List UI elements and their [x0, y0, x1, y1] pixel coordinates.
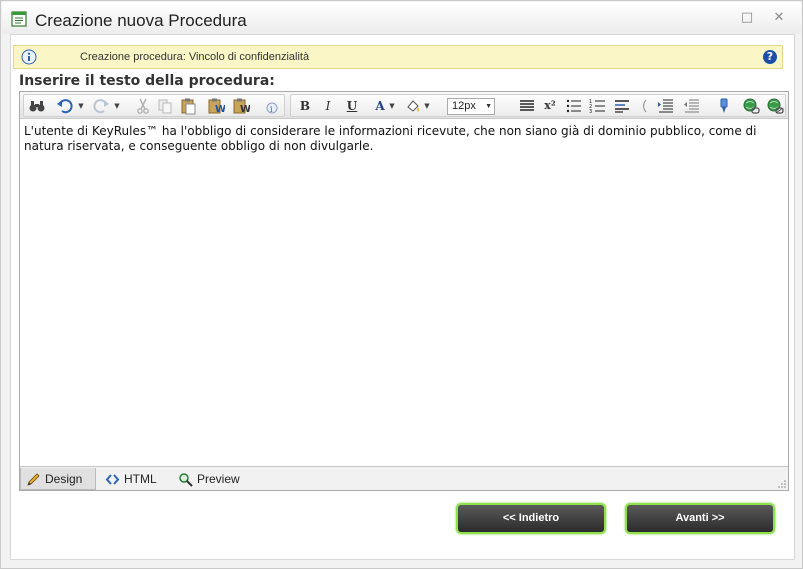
editor-toolbar: ▼ ▼ W W i B I U A ▼ ▼ 12px ▼ x² 1 2 3 — [20, 92, 788, 119]
tab-design[interactable]: Design — [20, 468, 96, 490]
info-icon — [21, 49, 37, 65]
redo-dropdown-icon[interactable]: ▼ — [113, 97, 121, 115]
font-color-icon[interactable]: A — [371, 97, 389, 115]
form-icon — [11, 11, 27, 27]
editor-content[interactable]: L'utente di KeyRules™ ha l'obbligo di co… — [21, 122, 787, 465]
font-size-select[interactable]: 12px ▼ — [447, 98, 495, 115]
toolbar-group-edit: ▼ ▼ W W i — [23, 94, 285, 117]
find-icon[interactable] — [28, 97, 46, 115]
remove-link-icon[interactable] — [766, 97, 784, 115]
indent-icon[interactable] — [657, 97, 675, 115]
title-bar[interactable]: Creazione nuova Procedura □ ✕ — [2, 2, 801, 34]
svg-text:W: W — [215, 104, 225, 115]
bold-icon[interactable]: B — [296, 97, 314, 115]
code-icon — [105, 474, 120, 485]
tab-preview[interactable]: Preview — [173, 468, 251, 490]
svg-text:W: W — [240, 104, 250, 115]
numbered-list-icon[interactable]: 1 2 3 — [589, 97, 607, 115]
svg-text:3: 3 — [589, 109, 592, 115]
resize-grip-icon[interactable] — [776, 478, 786, 488]
underline-icon[interactable]: U — [343, 97, 361, 115]
font-color-dropdown-icon[interactable]: ▼ — [388, 97, 396, 115]
magnifier-icon — [179, 473, 193, 487]
window-title: Creazione nuova Procedura — [35, 11, 247, 30]
font-size-dropdown-icon: ▼ — [485, 103, 492, 110]
info-bar: Creazione procedura: Vincolo di confiden… — [13, 45, 783, 69]
highlight-icon[interactable] — [404, 97, 422, 115]
spellcheck-icon[interactable]: i — [262, 97, 280, 115]
align-left-icon[interactable] — [613, 97, 631, 115]
highlight-dropdown-icon[interactable]: ▼ — [423, 97, 431, 115]
copy-icon[interactable] — [156, 97, 174, 115]
help-icon[interactable]: ? — [763, 50, 777, 64]
paste-icon[interactable] — [179, 97, 197, 115]
bullet-list-icon[interactable] — [565, 97, 583, 115]
tab-preview-label: Preview — [197, 472, 240, 486]
info-text: Creazione procedura: Vincolo di confiden… — [80, 51, 310, 63]
maximize-icon[interactable]: □ — [740, 11, 754, 25]
next-button[interactable]: Avanti >> — [625, 503, 775, 534]
tab-design-label: Design — [45, 472, 83, 486]
paste-plain-text-icon[interactable]: W — [232, 97, 250, 115]
tab-html-label: HTML — [124, 472, 157, 486]
font-size-value: 12px — [452, 100, 476, 112]
close-icon[interactable]: ✕ — [772, 11, 786, 25]
pencil-icon — [27, 473, 40, 486]
svg-text:i: i — [270, 105, 273, 114]
justify-icon[interactable] — [518, 97, 536, 115]
toolbar-group-format: B I U A ▼ ▼ 12px ▼ x² 1 2 3 — [290, 94, 786, 117]
style-icon[interactable] — [715, 97, 733, 115]
dialog-window: Creazione nuova Procedura □ ✕ Creazione … — [0, 0, 803, 569]
editor-mode-bar: Design HTML Preview — [20, 466, 788, 490]
outdent-text-icon[interactable] — [683, 97, 701, 115]
superscript-icon[interactable]: x² — [541, 97, 559, 115]
rich-text-editor: ▼ ▼ W W i B I U A ▼ ▼ 12px ▼ x² 1 2 3 L'… — [19, 91, 789, 491]
undo-icon[interactable] — [56, 97, 74, 115]
undo-dropdown-icon[interactable]: ▼ — [77, 97, 85, 115]
outdent-icon[interactable] — [639, 97, 657, 115]
italic-icon[interactable]: I — [319, 97, 337, 115]
redo-icon[interactable] — [92, 97, 110, 115]
tab-html[interactable]: HTML — [100, 468, 170, 490]
paste-from-word-icon[interactable]: W — [207, 97, 225, 115]
back-button[interactable]: << Indietro — [456, 503, 606, 534]
section-label: Inserire il testo della procedura: — [19, 73, 275, 89]
cut-icon[interactable] — [134, 97, 152, 115]
insert-link-icon[interactable] — [742, 97, 760, 115]
